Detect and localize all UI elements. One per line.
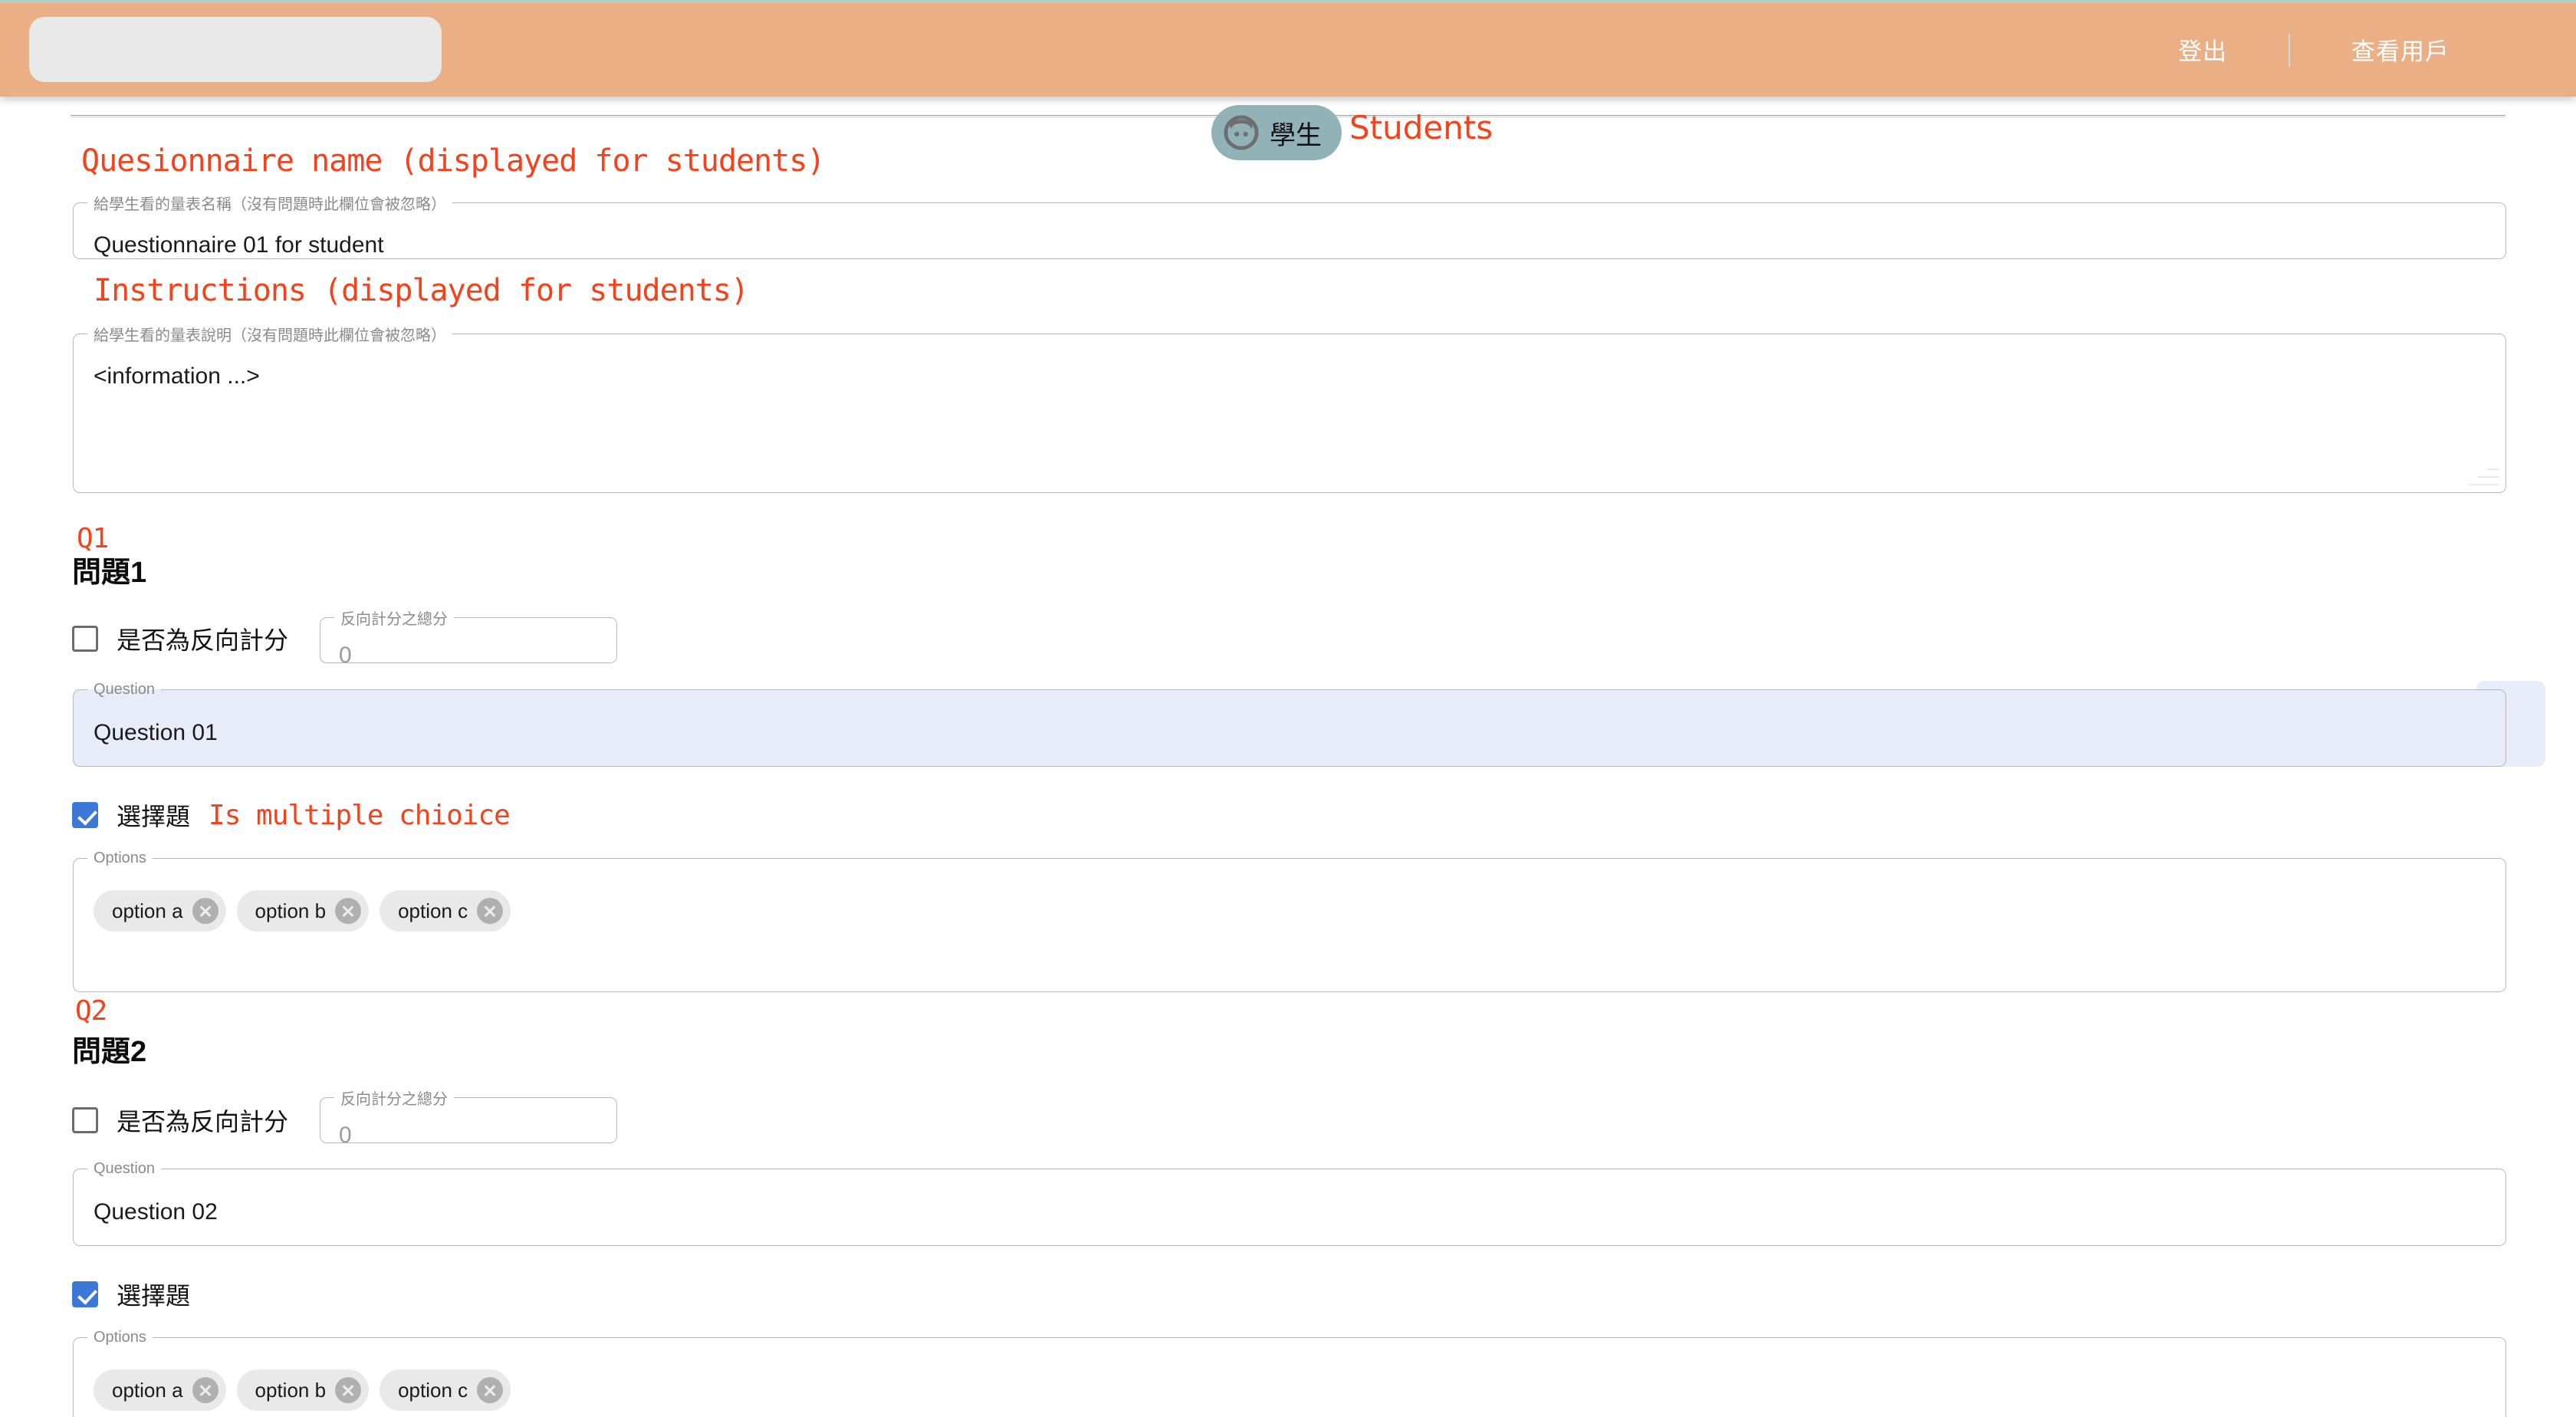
header-actions: 登出 查看用戶 [2161, 25, 2466, 74]
q2-option-delete-icon[interactable] [477, 1377, 504, 1403]
q1-reverse-total-field[interactable]: 反向計分之總分 0 [320, 607, 617, 668]
q2-multiple-choice-row: 選擇題 [72, 1277, 190, 1312]
textarea-resize-handle[interactable] [2467, 455, 2499, 487]
q1-reverse-total-placeholder: 0 [339, 643, 352, 668]
q2-option-label: option b [255, 1378, 327, 1402]
q1-reverse-score-row: 是否為反向計分 [72, 621, 288, 656]
annotation-questionnaire-name: Quesionnaire name (displayed for student… [81, 143, 825, 179]
questionnaire-name-field[interactable]: 給學生看的量表名稱（沒有問題時此欄位會被忽略） Questionnaire 01… [73, 192, 2506, 259]
q1-reverse-total-legend: 反向計分之總分 [340, 611, 448, 628]
q2-question-field[interactable]: Question Question 02 [73, 1160, 2506, 1246]
q1-question-value: Question 01 [94, 720, 218, 745]
q2-options-legend: Options [94, 1329, 146, 1346]
tab-student-label: 學生 [1270, 120, 1322, 150]
q2-reverse-total-placeholder: 0 [339, 1123, 352, 1148]
app-header: 登出 查看用戶 [0, 2, 2576, 97]
annotation-q2: Q2 [75, 995, 107, 1027]
q1-multiple-choice-label[interactable]: 選擇題 [117, 797, 190, 833]
q2-reverse-score-row: 是否為反向計分 [72, 1103, 288, 1138]
q2-option-delete-icon[interactable] [192, 1377, 219, 1403]
q1-option-label: option a [112, 899, 183, 922]
q2-reverse-score-checkbox[interactable] [72, 1107, 98, 1133]
q1-option-chip[interactable]: option b [236, 890, 370, 932]
q1-question-field[interactable]: Question Question 01 [73, 681, 2506, 767]
q1-multiple-choice-checkbox[interactable] [72, 802, 98, 828]
q2-reverse-total-field[interactable]: 反向計分之總分 0 [320, 1087, 617, 1148]
app-root: 登出 查看用戶 學生 Students Quesionnaire name (d… [0, 0, 2576, 1417]
q1-options-legend: Options [94, 850, 146, 866]
view-users-button[interactable]: 查看用戶 [2334, 25, 2466, 74]
q1-multiple-choice-row: 選擇題 Is multiple chioice [72, 797, 511, 833]
q2-multiple-choice-checkbox[interactable] [72, 1281, 98, 1307]
logout-button[interactable]: 登出 [2161, 25, 2244, 74]
instructions-field[interactable]: 給學生看的量表說明（沒有問題時此欄位會被忽略） <information ...… [73, 323, 2506, 493]
annotation-students: Students [1349, 109, 1493, 146]
q1-question-legend: Question [94, 681, 156, 698]
q2-reverse-total-legend: 反向計分之總分 [340, 1091, 448, 1108]
q2-options-field[interactable]: Options option a option b option c [73, 1329, 2506, 1417]
q2-question-value: Question 02 [94, 1199, 218, 1225]
annotation-is-multiple-choice: Is multiple chioice [209, 799, 511, 831]
appbar-top-accent [0, 0, 2576, 3]
logo-placeholder[interactable] [29, 17, 442, 82]
q1-option-label: option b [255, 899, 327, 922]
person-face-icon [1224, 115, 1259, 150]
tab-student[interactable]: 學生 [1211, 105, 1342, 160]
q1-reverse-score-label[interactable]: 是否為反向計分 [117, 621, 288, 656]
q2-option-label: option a [112, 1378, 183, 1402]
q1-option-delete-icon[interactable] [192, 898, 219, 924]
q1-option-chips: option a option b option c [94, 890, 511, 932]
questionnaire-name-legend: 給學生看的量表名稱（沒有問題時此欄位會被忽略） [94, 196, 446, 213]
q1-option-label: option c [398, 899, 468, 922]
annotation-instructions: Instructions (displayed for students) [94, 273, 749, 308]
question-1-heading: 問題1 [72, 557, 147, 589]
q1-reverse-score-checkbox[interactable] [72, 626, 98, 652]
q2-option-delete-icon[interactable] [335, 1377, 362, 1403]
questionnaire-name-value: Questionnaire 01 for student [94, 232, 384, 258]
q2-option-chip[interactable]: option a [94, 1369, 226, 1411]
question-2-heading: 問題2 [72, 1036, 147, 1068]
instructions-value: <information ...> [94, 363, 260, 389]
header-divider [2288, 32, 2290, 67]
q1-option-chip[interactable]: option c [380, 890, 511, 932]
q1-option-chip[interactable]: option a [94, 890, 226, 932]
q1-option-delete-icon[interactable] [335, 898, 362, 924]
q2-option-chips: option a option b option c [94, 1369, 511, 1411]
q2-question-legend: Question [94, 1160, 156, 1177]
q2-option-chip[interactable]: option b [236, 1369, 370, 1411]
q2-multiple-choice-label[interactable]: 選擇題 [117, 1277, 190, 1312]
q2-option-chip[interactable]: option c [380, 1369, 511, 1411]
instructions-legend: 給學生看的量表說明（沒有問題時此欄位會被忽略） [94, 327, 446, 344]
q2-reverse-score-label[interactable]: 是否為反向計分 [117, 1103, 288, 1138]
q1-options-field[interactable]: Options option a option b option c [73, 850, 2506, 992]
q2-option-label: option c [398, 1378, 468, 1402]
q1-option-delete-icon[interactable] [477, 898, 504, 924]
